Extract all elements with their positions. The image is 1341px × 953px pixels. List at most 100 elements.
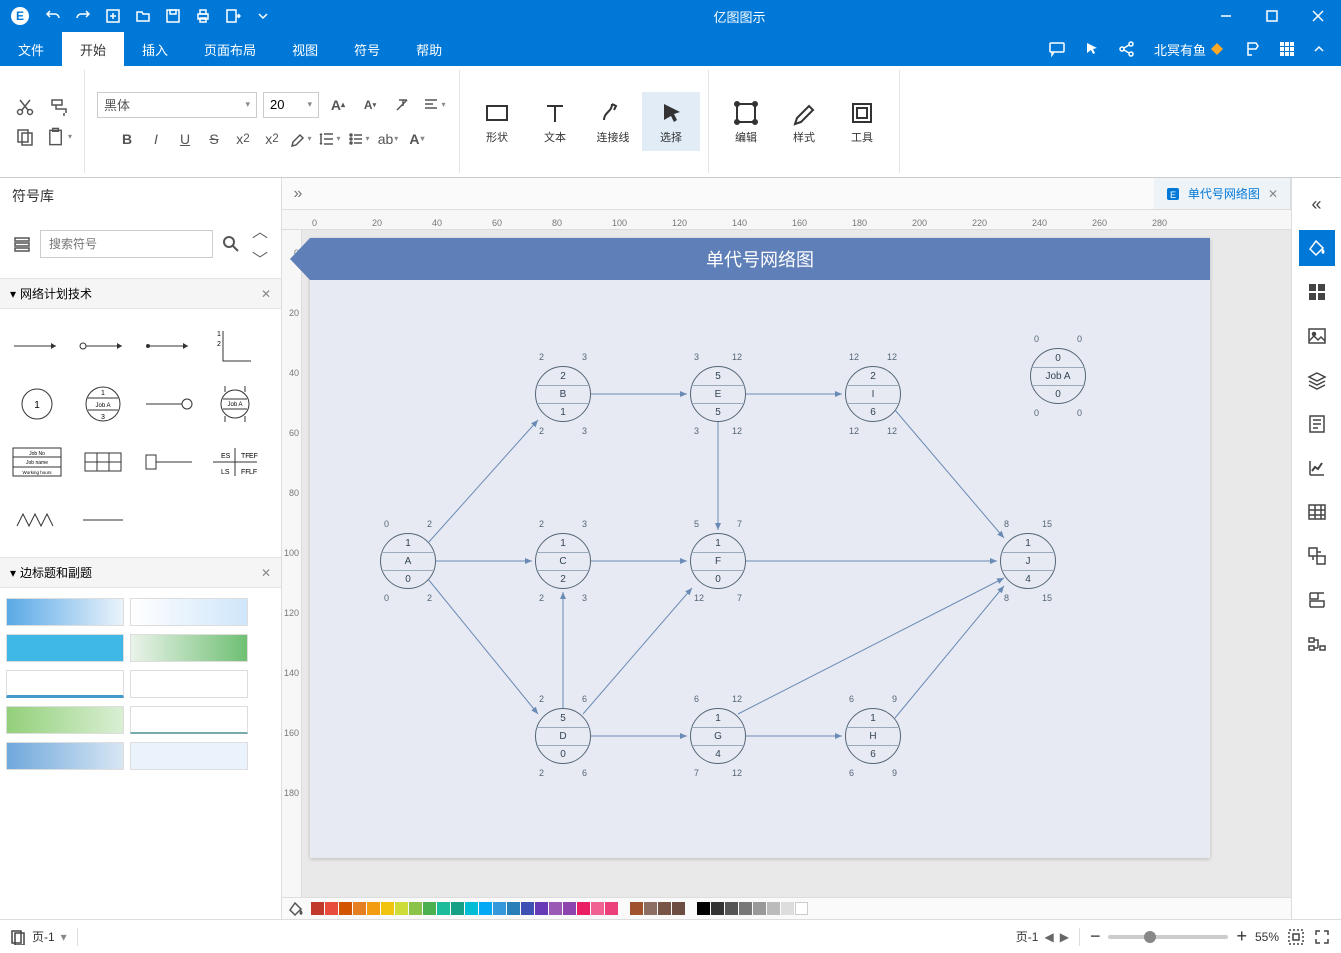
shape-line-circle[interactable] <box>138 377 200 431</box>
menu-symbols[interactable]: 符号 <box>336 32 398 66</box>
shape-circle-ticks[interactable]: Job A <box>204 377 266 431</box>
tool-fill[interactable] <box>1299 230 1335 266</box>
color-swatch[interactable] <box>409 902 422 915</box>
color-swatch[interactable] <box>325 902 338 915</box>
color-swatch[interactable] <box>630 902 643 915</box>
fill-bucket-icon[interactable] <box>288 901 304 917</box>
search-input[interactable] <box>40 230 213 258</box>
page-indicator-left[interactable]: 页-1 <box>32 928 55 945</box>
minimize-button[interactable] <box>1203 0 1249 32</box>
zoom-out[interactable]: − <box>1090 926 1101 947</box>
color-swatch[interactable] <box>381 902 394 915</box>
color-swatch[interactable] <box>658 902 671 915</box>
align-button[interactable]: ▾ <box>421 92 447 118</box>
search-button[interactable] <box>219 231 243 257</box>
tool-chart[interactable] <box>1299 450 1335 486</box>
color-swatch[interactable] <box>451 902 464 915</box>
bold-button[interactable]: B <box>114 126 140 152</box>
comment-button[interactable] <box>1042 38 1072 60</box>
menu-help[interactable]: 帮助 <box>398 32 460 66</box>
share-button[interactable] <box>1112 38 1142 60</box>
undo-button[interactable] <box>40 3 66 29</box>
color-swatch[interactable] <box>739 902 752 915</box>
maximize-button[interactable] <box>1249 0 1295 32</box>
page[interactable]: 单代号网络图 1A00202 1C22323 1F057127 1J481581… <box>310 238 1210 858</box>
title-style-3[interactable] <box>6 634 124 662</box>
node-F[interactable]: 1F057127 <box>690 533 746 589</box>
apps-button[interactable] <box>1273 39 1301 59</box>
italic-button[interactable]: I <box>143 126 169 152</box>
color-swatch[interactable] <box>753 902 766 915</box>
text-direction-button[interactable]: ab▾ <box>375 126 401 152</box>
tabs-expand-button[interactable]: » <box>282 178 314 209</box>
title-style-7[interactable] <box>6 706 124 734</box>
clear-format-button[interactable] <box>389 92 415 118</box>
subscript-button[interactable]: x2 <box>259 126 285 152</box>
color-swatch[interactable] <box>767 902 780 915</box>
lib-next-button[interactable]: ﹀ <box>252 246 268 270</box>
color-swatch[interactable] <box>367 902 380 915</box>
color-swatch[interactable] <box>781 902 794 915</box>
color-swatch[interactable] <box>644 902 657 915</box>
shape-label-box[interactable] <box>138 435 200 489</box>
menu-home[interactable]: 开始 <box>62 32 124 66</box>
menu-file[interactable]: 文件 <box>0 32 62 66</box>
lib-section-titles[interactable]: ▾ 边标题和副题✕ <box>0 557 281 588</box>
fit-page-button[interactable] <box>1287 928 1305 946</box>
page-dropdown[interactable]: ▾ <box>61 930 67 944</box>
export-button[interactable] <box>220 3 246 29</box>
color-swatch[interactable] <box>711 902 724 915</box>
node-G[interactable]: 1G4612712 <box>690 708 746 764</box>
zoom-in[interactable]: + <box>1236 926 1247 947</box>
color-swatch[interactable] <box>563 902 576 915</box>
color-swatch[interactable] <box>795 902 808 915</box>
zoom-value[interactable]: 55% <box>1255 930 1279 944</box>
shape-table-small[interactable] <box>72 435 134 489</box>
title-style-6[interactable] <box>130 670 248 698</box>
page-prev[interactable]: ◀ <box>1044 930 1053 944</box>
node-H[interactable]: 1H66969 <box>845 708 901 764</box>
style-button[interactable]: 样式 <box>775 92 833 151</box>
color-swatch[interactable] <box>353 902 366 915</box>
theme-button[interactable] <box>1237 38 1267 60</box>
color-swatch[interactable] <box>465 902 478 915</box>
title-style-4[interactable] <box>130 634 248 662</box>
grow-font-button[interactable]: A▴ <box>325 92 351 118</box>
shape-es-table[interactable]: ESTFEFLSFFLF <box>204 435 266 489</box>
color-swatch[interactable] <box>591 902 604 915</box>
select-button[interactable]: 选择 <box>642 92 700 151</box>
color-swatch[interactable] <box>493 902 506 915</box>
highlight-button[interactable]: ▾ <box>288 126 314 152</box>
paste-button[interactable]: ▾ <box>46 124 72 150</box>
tool-connect[interactable] <box>1299 626 1335 662</box>
line-spacing-button[interactable]: ▾ <box>317 126 343 152</box>
title-style-2[interactable] <box>130 598 248 626</box>
font-size-select[interactable]: 20▾ <box>263 92 319 118</box>
close-button[interactable] <box>1295 0 1341 32</box>
menu-insert[interactable]: 插入 <box>124 32 186 66</box>
shape-button[interactable]: 形状 <box>468 92 526 151</box>
shape-arrow-hollow[interactable] <box>72 319 134 373</box>
expand-right-panel[interactable]: « <box>1299 186 1335 222</box>
color-swatch[interactable] <box>311 902 324 915</box>
shrink-font-button[interactable]: A▾ <box>357 92 383 118</box>
title-style-8[interactable] <box>130 706 248 734</box>
bullet-button[interactable]: ▾ <box>346 126 372 152</box>
lib-prev-button[interactable]: ︿ <box>252 218 268 242</box>
color-swatch[interactable] <box>395 902 408 915</box>
close-lib-2[interactable]: ✕ <box>261 566 271 580</box>
color-swatch[interactable] <box>339 902 352 915</box>
color-swatch[interactable] <box>437 902 450 915</box>
title-style-10[interactable] <box>130 742 248 770</box>
menu-page-layout[interactable]: 页面布局 <box>186 32 274 66</box>
shape-circle-1[interactable]: 1 <box>6 377 68 431</box>
collapse-ribbon-button[interactable] <box>1307 41 1331 57</box>
new-button[interactable] <box>100 3 126 29</box>
page-indicator-right[interactable]: 页-1 <box>1016 928 1039 945</box>
font-name-select[interactable]: 黑体▾ <box>97 92 257 118</box>
shape-circle-job[interactable]: 1Job A3 <box>72 377 134 431</box>
tool-page[interactable] <box>1299 406 1335 442</box>
color-swatch[interactable] <box>507 902 520 915</box>
shape-line[interactable] <box>72 493 134 547</box>
color-swatch[interactable] <box>577 902 590 915</box>
